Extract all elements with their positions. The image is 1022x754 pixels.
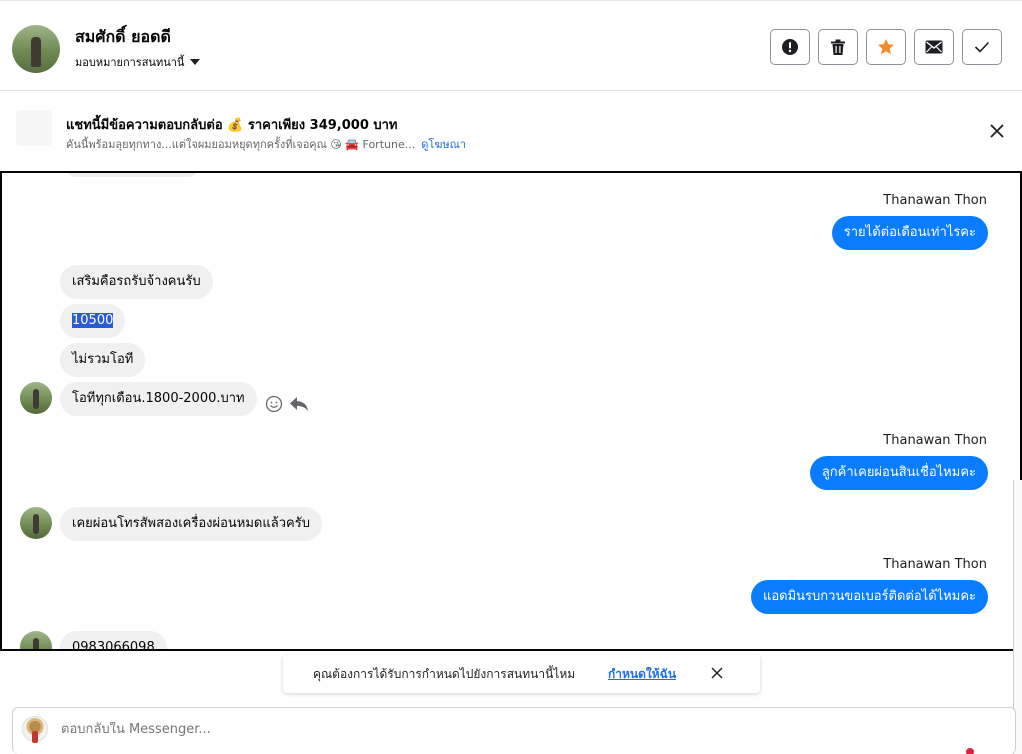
ad-title: แชทนี้มีข้อความตอบกลับต่อ 💰 ราคาเพียง 34… bbox=[66, 118, 398, 133]
message-bubble-in[interactable]: เสริมคือรถรับจ้างคนรับ bbox=[60, 265, 213, 299]
assign-dropdown[interactable]: มอบหมายการสนทนานี้ bbox=[75, 53, 201, 71]
assign-label: มอบหมายการสนทนานี้ bbox=[75, 56, 185, 69]
contact-name[interactable]: สมศักดิ์ ยอดดี bbox=[75, 25, 171, 50]
message-bubble-out[interactable]: แอดมินรบกวนขอเบอร์ติดต่อได้ไหมคะ bbox=[750, 580, 988, 614]
delete-button[interactable] bbox=[818, 29, 858, 65]
check-icon bbox=[974, 41, 990, 53]
message-bubble-out[interactable]: ลูกค้าเคยผ่อนสินเชื่อไหมคะ bbox=[809, 456, 988, 490]
reply-composer bbox=[12, 707, 1016, 754]
reply-icon[interactable] bbox=[289, 395, 309, 413]
mark-unread-button[interactable] bbox=[914, 29, 954, 65]
mark-spam-button[interactable] bbox=[770, 29, 810, 65]
close-icon[interactable] bbox=[988, 122, 1006, 140]
view-ad-link[interactable]: ดูโฆษณา bbox=[421, 138, 466, 151]
conversation-header: สมศักดิ์ ยอดดี มอบหมายการสนทนานี้ bbox=[0, 3, 1022, 91]
sender-name: Thanawan Thon bbox=[883, 557, 987, 572]
message-bubble-in[interactable]: 10500 bbox=[60, 304, 126, 338]
close-icon[interactable] bbox=[710, 666, 724, 680]
message-actions bbox=[265, 395, 309, 413]
header-actions bbox=[770, 29, 1002, 65]
avatar[interactable] bbox=[20, 507, 52, 539]
contact-avatar[interactable] bbox=[12, 25, 60, 73]
message-bubble-in[interactable]: เคยผ่อนโทรสัพสองเครื่องผ่อนหมดแล้วครับ bbox=[60, 507, 322, 541]
message-thread[interactable]: Thanawan Thon รายได้ต่อเดือนเท่าไรคะ เสร… bbox=[0, 171, 1022, 651]
mail-icon bbox=[925, 40, 943, 54]
trash-icon bbox=[831, 39, 845, 55]
star-button[interactable] bbox=[866, 29, 906, 65]
alert-icon bbox=[782, 39, 798, 55]
message-bubble-in[interactable]: 0983066098 bbox=[60, 631, 167, 649]
message-bubble-in[interactable]: ไม่รวมโอที bbox=[60, 343, 146, 377]
avatar[interactable] bbox=[20, 631, 52, 649]
selected-text: 10500 bbox=[72, 313, 114, 328]
reply-input[interactable] bbox=[61, 722, 961, 737]
message-bubble-out[interactable]: รายได้ต่อเดือนเท่าไรคะ bbox=[831, 216, 988, 250]
ad-thumbnail[interactable] bbox=[16, 110, 52, 146]
mark-done-button[interactable] bbox=[962, 29, 1002, 65]
avatar[interactable] bbox=[20, 382, 52, 414]
sender-name: Thanawan Thon bbox=[883, 193, 987, 208]
emoji-react-icon[interactable] bbox=[265, 395, 283, 413]
message-bubble-in[interactable]: โอทีทุกเดือน.1800-2000.บาท bbox=[60, 382, 257, 416]
star-icon bbox=[878, 39, 894, 55]
chevron-down-icon bbox=[190, 59, 201, 65]
page-avatar bbox=[22, 716, 48, 743]
ad-banner: แชทนี้มีข้อความตอบกลับต่อ 💰 ราคาเพียง 34… bbox=[0, 92, 1022, 171]
ad-subtitle: คันนี้พร้อมลุยทุกทาง...แต่ใจผมยอมหยุดทุก… bbox=[66, 135, 466, 153]
partial-bubble bbox=[66, 173, 198, 177]
ad-subtitle-text: คันนี้พร้อมลุยทุกทาง...แต่ใจผมยอมหยุดทุก… bbox=[66, 138, 416, 151]
assign-to-me-link[interactable]: กำหนดให้ฉัน bbox=[608, 665, 676, 684]
assign-prompt-text: คุณต้องการได้รับการกำหนดไปยังการสนทนานี้… bbox=[313, 667, 576, 681]
assign-prompt: คุณต้องการได้รับการกำหนดไปยังการสนทนานี้… bbox=[283, 655, 760, 693]
notification-dot bbox=[966, 748, 974, 754]
sender-name: Thanawan Thon bbox=[883, 433, 987, 448]
